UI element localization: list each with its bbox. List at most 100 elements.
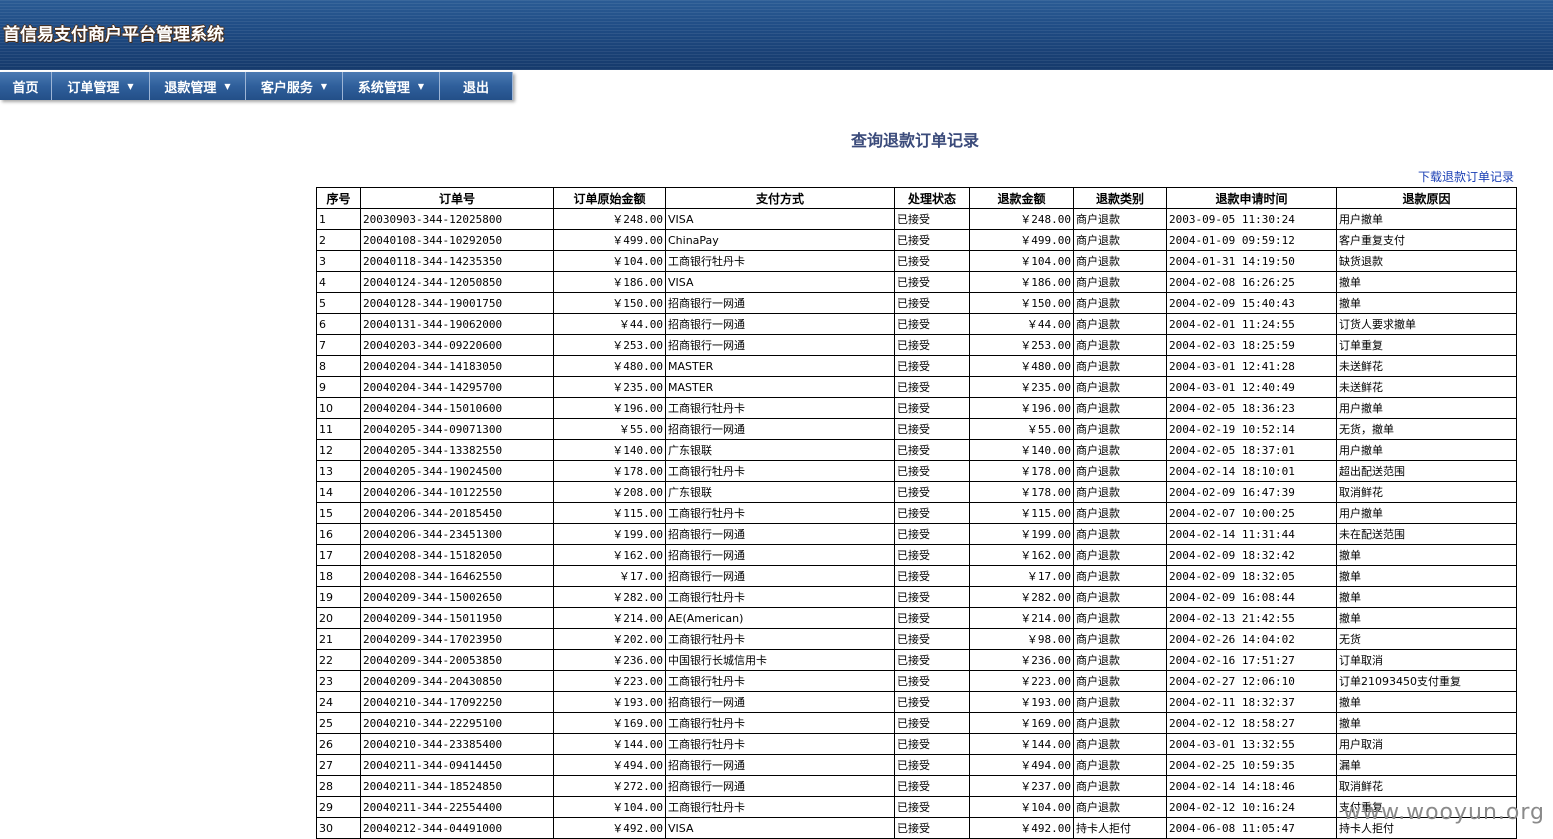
table-cell: 商户退款 bbox=[1073, 355, 1167, 377]
menu-refund-management[interactable]: 退款管理 ▼ bbox=[150, 72, 246, 100]
table-cell: 已接受 bbox=[894, 355, 970, 377]
table-cell: 商户退款 bbox=[1073, 376, 1167, 398]
table-row: 13 20040205-344-19024500 ￥178.00 工商银行牡丹卡 已接受… bbox=[316, 460, 1517, 482]
table-cell: 20040209-344-15002650 bbox=[360, 586, 554, 608]
table-cell: ￥196.00 bbox=[553, 397, 666, 419]
table-cell: ￥178.00 bbox=[553, 460, 666, 482]
table-cell: 2004-06-08 11:05:47 bbox=[1166, 817, 1337, 839]
table-cell: 已接受 bbox=[894, 712, 970, 734]
table-cell: 2004-02-09 18:32:42 bbox=[1166, 544, 1337, 566]
table-row: 26 20040210-344-23385400 ￥144.00 工商银行牡丹卡 已接受… bbox=[316, 733, 1517, 755]
table-cell: ￥115.00 bbox=[553, 502, 666, 524]
table-cell: ￥494.00 bbox=[969, 754, 1074, 776]
menu-logout[interactable]: 退出 bbox=[440, 72, 513, 100]
table-cell: 未送鲜花 bbox=[1336, 376, 1517, 398]
table-cell: 无货 bbox=[1336, 628, 1517, 650]
table-cell: 订单取消 bbox=[1336, 649, 1517, 671]
table-cell: ￥236.00 bbox=[553, 649, 666, 671]
table-cell: 已接受 bbox=[894, 607, 970, 629]
table-cell: ￥199.00 bbox=[553, 523, 666, 545]
table-row: 11 20040205-344-09071300 ￥55.00 招商银行一网通 已接受 ￥… bbox=[316, 418, 1517, 440]
table-cell: 招商银行一网通 bbox=[665, 523, 895, 545]
table-cell: 工商银行牡丹卡 bbox=[665, 397, 895, 419]
table-cell: 18 bbox=[316, 565, 361, 587]
table-cell: 商户退款 bbox=[1073, 460, 1167, 482]
table-cell: 工商银行牡丹卡 bbox=[665, 586, 895, 608]
table-cell: 28 bbox=[316, 775, 361, 797]
table-cell: ￥178.00 bbox=[969, 460, 1074, 482]
table-cell: ￥44.00 bbox=[553, 313, 666, 335]
table-cell: 商户退款 bbox=[1073, 691, 1167, 713]
table-cell: 24 bbox=[316, 691, 361, 713]
table-cell: 未在配送范围 bbox=[1336, 523, 1517, 545]
table-cell: 已接受 bbox=[894, 502, 970, 524]
table-row: 20 20040209-344-15011950 ￥214.00 AE(America… bbox=[316, 607, 1517, 629]
table-cell: 已接受 bbox=[894, 754, 970, 776]
table-cell: ￥162.00 bbox=[553, 544, 666, 566]
table-cell: ￥480.00 bbox=[553, 355, 666, 377]
download-refund-records-link[interactable]: 下载退款订单记录 bbox=[1418, 168, 1514, 185]
table-cell: 商户退款 bbox=[1073, 229, 1167, 251]
table-cell: 20040124-344-12050850 bbox=[360, 271, 554, 293]
table-cell: ￥140.00 bbox=[553, 439, 666, 461]
app-title: 首信易支付商户平台管理系统 bbox=[3, 25, 224, 45]
table-cell: ￥178.00 bbox=[969, 481, 1074, 503]
table-cell: 20040206-344-23451300 bbox=[360, 523, 554, 545]
table-cell: 2004-02-13 21:42:55 bbox=[1166, 607, 1337, 629]
table-cell: 2003-09-05 11:30:24 bbox=[1166, 208, 1337, 230]
table-cell: 商户退款 bbox=[1073, 733, 1167, 755]
table-cell: 商户退款 bbox=[1073, 775, 1167, 797]
table-cell: 已接受 bbox=[894, 481, 970, 503]
table-cell: ￥235.00 bbox=[969, 376, 1074, 398]
menu-customer-service[interactable]: 客户服务 ▼ bbox=[246, 72, 343, 100]
table-cell: ￥499.00 bbox=[553, 229, 666, 251]
table-row: 19 20040209-344-15002650 ￥282.00 工商银行牡丹卡 已接受… bbox=[316, 586, 1517, 608]
table-cell: 广东银联 bbox=[665, 439, 895, 461]
table-cell: 撤单 bbox=[1336, 586, 1517, 608]
table-cell: 17 bbox=[316, 544, 361, 566]
table-cell: ￥186.00 bbox=[969, 271, 1074, 293]
table-cell: 已接受 bbox=[894, 334, 970, 356]
menu-order-management[interactable]: 订单管理 ▼ bbox=[52, 72, 150, 100]
table-cell: 2004-02-01 11:24:55 bbox=[1166, 313, 1337, 335]
table-row: 21 20040209-344-17023950 ￥202.00 工商银行牡丹卡 已接受… bbox=[316, 628, 1517, 650]
table-cell: ￥214.00 bbox=[553, 607, 666, 629]
table-cell: 8 bbox=[316, 355, 361, 377]
table-cell: ￥140.00 bbox=[969, 439, 1074, 461]
column-header: 支付方式 bbox=[665, 187, 895, 209]
table-cell: ￥44.00 bbox=[969, 313, 1074, 335]
table-cell: 商户退款 bbox=[1073, 208, 1167, 230]
table-cell: 已接受 bbox=[894, 208, 970, 230]
table-cell: ￥237.00 bbox=[969, 775, 1074, 797]
table-cell: 20040204-344-15010600 bbox=[360, 397, 554, 419]
table-cell: 20040211-344-09414450 bbox=[360, 754, 554, 776]
table-cell: 商户退款 bbox=[1073, 586, 1167, 608]
table-cell: ￥17.00 bbox=[553, 565, 666, 587]
table-cell: ￥104.00 bbox=[553, 796, 666, 818]
table-cell: ￥104.00 bbox=[969, 250, 1074, 272]
table-cell: 20040128-344-19001750 bbox=[360, 292, 554, 314]
table-cell: 20040208-344-15182050 bbox=[360, 544, 554, 566]
table-cell: 已接受 bbox=[894, 439, 970, 461]
table-cell: 2004-01-31 14:19:50 bbox=[1166, 250, 1337, 272]
table-cell: ￥104.00 bbox=[969, 796, 1074, 818]
column-header: 退款金额 bbox=[969, 187, 1074, 209]
menu-system-management[interactable]: 系统管理 ▼ bbox=[343, 72, 440, 100]
table-row: 24 20040210-344-17092250 ￥193.00 招商银行一网通 已接受… bbox=[316, 691, 1517, 713]
menu-label: 客户服务 bbox=[260, 80, 313, 96]
table-cell: 15 bbox=[316, 502, 361, 524]
table-cell: 工商银行牡丹卡 bbox=[665, 670, 895, 692]
column-header: 退款原因 bbox=[1336, 187, 1517, 209]
table-cell: 招商银行一网通 bbox=[665, 292, 895, 314]
table-row: 18 20040208-344-16462550 ￥17.00 招商银行一网通 已接受 ￥… bbox=[316, 565, 1517, 587]
table-row: 6 20040131-344-19062000 ￥44.00 招商银行一网通 已接受 ￥4… bbox=[316, 313, 1517, 335]
table-cell: 招商银行一网通 bbox=[665, 775, 895, 797]
menu-home[interactable]: 首页 bbox=[0, 72, 52, 100]
table-cell: 29 bbox=[316, 796, 361, 818]
table-cell: 20040206-344-20185450 bbox=[360, 502, 554, 524]
table-cell: 商户退款 bbox=[1073, 334, 1167, 356]
table-cell: 漏单 bbox=[1336, 754, 1517, 776]
menu-label: 退款管理 bbox=[164, 80, 217, 96]
menu-label: 首页 bbox=[12, 80, 39, 96]
table-cell: ￥499.00 bbox=[969, 229, 1074, 251]
